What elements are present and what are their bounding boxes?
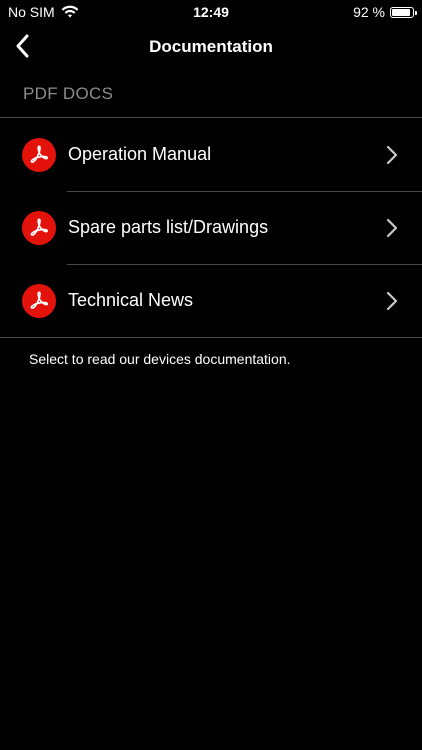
pdf-icon (22, 210, 56, 245)
page-title: Documentation (149, 37, 273, 56)
battery-percent: 92 % (353, 4, 385, 20)
pdf-icon (22, 137, 56, 172)
chevron-right-icon (386, 145, 398, 165)
list-item-document-2[interactable]: Spare parts list/Drawings (0, 191, 422, 264)
status-bar: No SIM 12:49 92 % (0, 0, 422, 24)
list-item-document-3[interactable]: Technical News (0, 264, 422, 337)
list-item-document-1[interactable]: Operation Manual (0, 118, 422, 191)
footer-description: Select to read our devices documentation… (29, 351, 291, 367)
documents-list: Operation Manual Spare parts list/Drawin… (0, 117, 422, 338)
battery-icon (390, 6, 417, 18)
list-item-label: Spare parts list/Drawings (68, 217, 269, 237)
pdf-icon (22, 283, 56, 318)
chevron-right-icon (386, 218, 398, 238)
battery-level-fill (392, 8, 411, 16)
navigation-bar: Documentation (0, 26, 422, 70)
battery-indicator: 92 % (353, 4, 417, 20)
chevron-right-icon (386, 291, 398, 311)
section-header: PDF DOCS (23, 84, 114, 103)
list-item-label: Operation Manual (68, 144, 212, 164)
list-item-label: Technical News (68, 290, 194, 310)
